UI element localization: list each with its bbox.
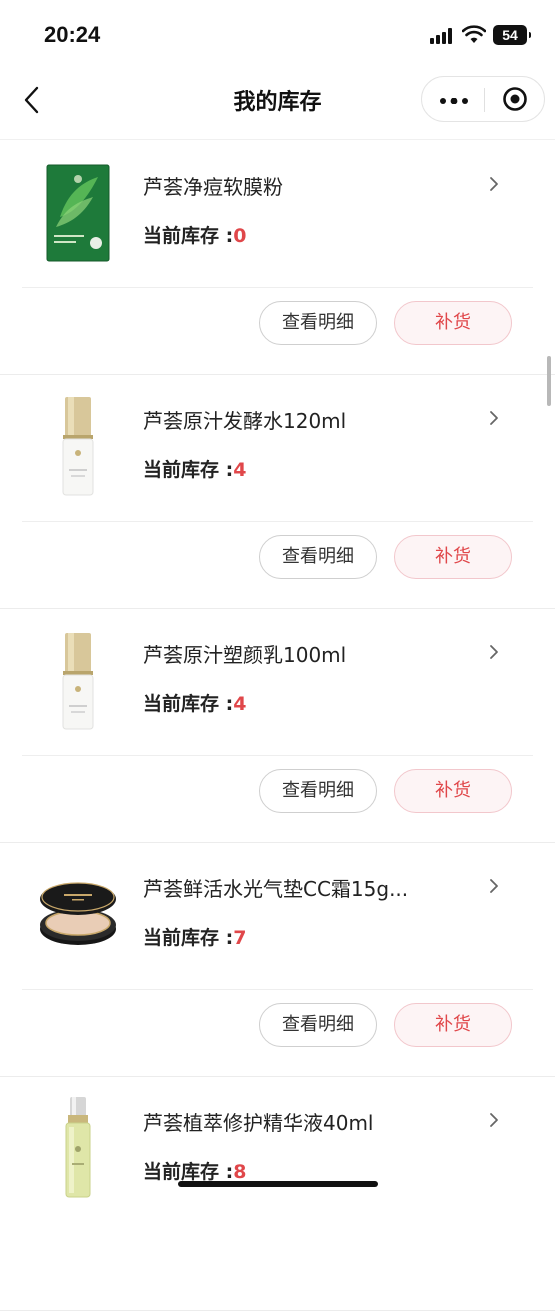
stock-value: 0	[233, 225, 247, 247]
inventory-list: 芦荟净痘软膜粉 当前库存 :0 查看明细 补货 芦荟原汁发酵水120ml 当前库…	[0, 141, 555, 1311]
cellular-signal-icon	[430, 28, 456, 44]
divider	[22, 287, 533, 288]
view-detail-button[interactable]: 查看明细	[259, 535, 377, 579]
view-detail-button[interactable]: 查看明细	[259, 1003, 377, 1047]
status-bar: 20:24 54	[0, 0, 555, 68]
chevron-right-icon[interactable]	[488, 1111, 500, 1129]
inventory-item[interactable]: 芦荟原汁塑颜乳100ml 当前库存 :4 查看明细 补货	[0, 609, 555, 843]
battery-icon: 54	[493, 25, 531, 45]
chevron-right-icon[interactable]	[488, 175, 500, 193]
stock-row: 当前库存 :0	[143, 221, 246, 248]
black-cushion-compact-image	[40, 882, 116, 945]
chevron-right-icon[interactable]	[488, 643, 500, 661]
chevron-right-icon[interactable]	[488, 877, 500, 895]
item-name: 芦荟原汁塑颜乳100ml	[143, 643, 347, 667]
divider	[22, 755, 533, 756]
restock-button[interactable]: 补货	[394, 1003, 512, 1047]
inventory-item-info[interactable]: 芦荟植萃修护精华液40ml 当前库存 :8	[0, 1077, 555, 1223]
stock-row: 当前库存 :4	[143, 689, 246, 716]
item-name: 芦荟原汁发酵水120ml	[143, 409, 347, 433]
inventory-item-info[interactable]: 芦荟原汁塑颜乳100ml 当前库存 :4	[0, 609, 555, 755]
divider	[22, 521, 533, 522]
stock-value: 4	[233, 459, 247, 481]
white-bottle-image	[62, 397, 94, 496]
inventory-item-info[interactable]: 芦荟原汁发酵水120ml 当前库存 :4	[0, 375, 555, 521]
view-detail-button[interactable]: 查看明细	[259, 769, 377, 813]
divider	[22, 989, 533, 990]
stock-value: 7	[233, 927, 247, 949]
scrollbar[interactable]	[547, 356, 551, 406]
stock-row: 当前库存 :8	[143, 1157, 246, 1184]
wifi-icon	[462, 25, 486, 43]
stock-value: 8	[233, 1161, 247, 1183]
restock-button[interactable]: 补货	[394, 301, 512, 345]
stock-label: 当前库存 :	[143, 693, 234, 715]
inventory-item-info[interactable]: 芦荟净痘软膜粉 当前库存 :0	[0, 141, 555, 287]
status-time: 20:24	[44, 22, 101, 47]
close-mini-program-icon[interactable]	[502, 86, 528, 112]
home-indicator[interactable]	[178, 1181, 378, 1187]
restock-button[interactable]: 补货	[394, 535, 512, 579]
item-name: 芦荟鲜活水光气垫CC霜15g...	[143, 877, 409, 901]
item-name: 芦荟植萃修护精华液40ml	[143, 1111, 374, 1135]
view-detail-button[interactable]: 查看明细	[259, 301, 377, 345]
mini-program-capsule	[421, 76, 545, 122]
inventory-item[interactable]: 芦荟原汁发酵水120ml 当前库存 :4 查看明细 补货	[0, 375, 555, 609]
capsule-divider	[484, 88, 485, 112]
more-icon[interactable]	[440, 98, 468, 104]
green-mask-pack-image	[46, 164, 110, 262]
restock-button[interactable]: 补货	[394, 769, 512, 813]
item-name: 芦荟净痘软膜粉	[143, 175, 283, 199]
stock-label: 当前库存 :	[143, 1161, 234, 1183]
inventory-item[interactable]: 芦荟净痘软膜粉 当前库存 :0 查看明细 补货	[0, 141, 555, 375]
inventory-item-info[interactable]: 芦荟鲜活水光气垫CC霜15g... 当前库存 :7	[0, 843, 555, 989]
stock-label: 当前库存 :	[143, 225, 234, 247]
stock-row: 当前库存 :7	[143, 923, 246, 950]
white-bottle-image	[62, 633, 94, 730]
nav-bar: 我的库存	[0, 68, 555, 140]
inventory-item[interactable]: 芦荟鲜活水光气垫CC霜15g... 当前库存 :7 查看明细 补货	[0, 843, 555, 1077]
green-serum-bottle-image	[65, 1097, 91, 1198]
stock-label: 当前库存 :	[143, 927, 234, 949]
stock-value: 4	[233, 693, 247, 715]
stock-label: 当前库存 :	[143, 459, 234, 481]
inventory-item[interactable]: 芦荟植萃修护精华液40ml 当前库存 :8	[0, 1077, 555, 1311]
stock-row: 当前库存 :4	[143, 455, 246, 482]
chevron-right-icon[interactable]	[488, 409, 500, 427]
